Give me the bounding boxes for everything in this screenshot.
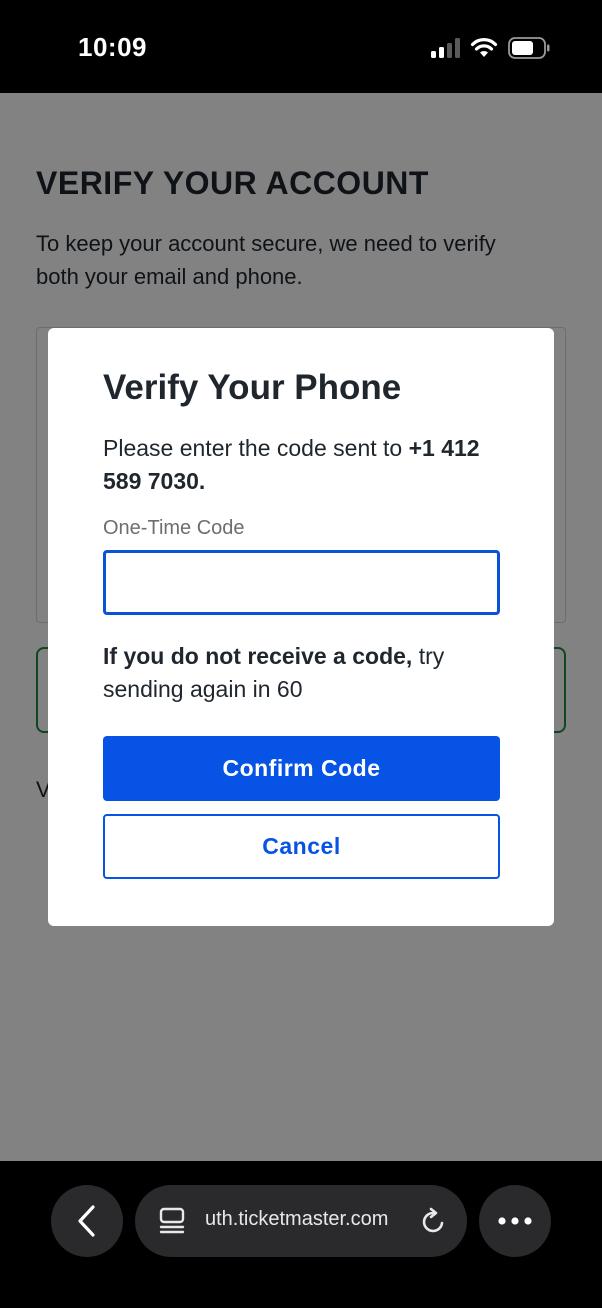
back-button[interactable] — [51, 1185, 123, 1257]
modal-title: Verify Your Phone — [103, 368, 402, 407]
reload-icon[interactable] — [421, 1207, 447, 1235]
tab-overview-icon — [159, 1207, 185, 1234]
more-button[interactable] — [479, 1185, 551, 1257]
browser-toolbar: uth.ticketmaster.com — [0, 1161, 602, 1308]
one-time-code-input[interactable] — [103, 550, 500, 615]
signal-icon — [431, 38, 460, 58]
url-text: uth.ticketmaster.com — [205, 1208, 389, 1230]
address-bar[interactable]: uth.ticketmaster.com — [135, 1185, 467, 1257]
resend-bold: If you do not receive a code, — [103, 643, 413, 669]
chevron-left-icon — [78, 1205, 95, 1237]
more-icon — [498, 1217, 532, 1225]
battery-icon — [508, 37, 550, 59]
confirm-code-button[interactable]: Confirm Code — [103, 736, 500, 801]
resend-text: If you do not receive a code, try sendin… — [103, 640, 503, 706]
code-label: One-Time Code — [103, 517, 245, 539]
verify-phone-modal: Verify Your Phone Please enter the code … — [48, 328, 554, 926]
wifi-icon — [470, 38, 498, 57]
modal-desc-prefix: Please enter the code sent to — [103, 435, 409, 461]
modal-description: Please enter the code sent to +1 412 589… — [103, 432, 503, 498]
status-bar: 10:09 — [0, 0, 602, 93]
cancel-button[interactable]: Cancel — [103, 814, 500, 879]
status-time: 10:09 — [78, 32, 147, 62]
